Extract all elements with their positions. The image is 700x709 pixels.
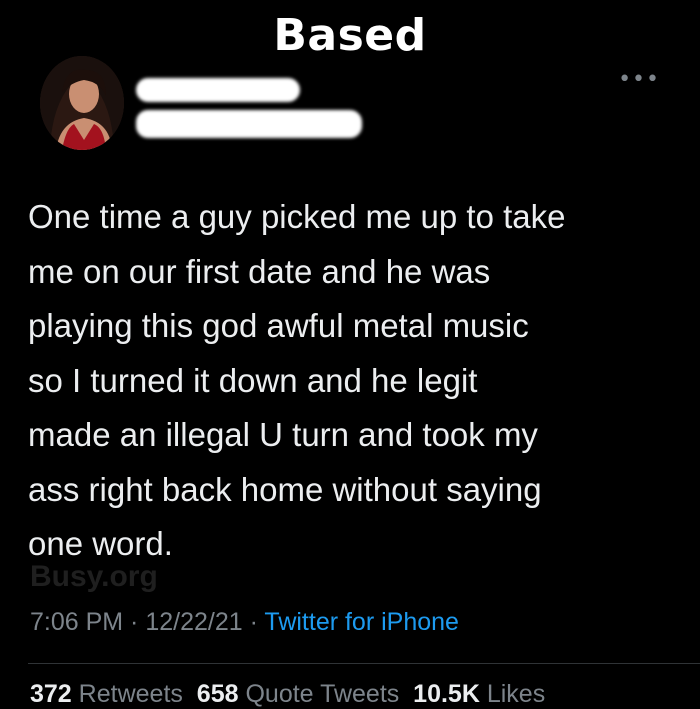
tweet-metadata: 7:06 PM · 12/22/21 · Twitter for iPhone [30, 608, 459, 637]
meme-caption-title: Based [273, 10, 427, 61]
avatar-photo [40, 56, 124, 150]
quote-tweets-count: 658 [196, 680, 239, 708]
tweet-source-link[interactable]: Twitter for iPhone [264, 608, 459, 636]
tweet-text-line: playing this god awful metal music [28, 307, 529, 344]
likes-count: 10.5K [413, 680, 480, 708]
tweet-text-line: me on our first date and he was [28, 252, 491, 290]
tweet-time[interactable]: 7:06 PM [30, 608, 123, 636]
watermark: Busy.org [30, 560, 158, 593]
tweet-text-line: made an illegal U turn and took my [28, 416, 538, 453]
avatar[interactable] [40, 56, 124, 150]
tweet-text-line: One time a guy picked me up to take [28, 198, 566, 235]
divider [28, 663, 700, 664]
retweets-stat[interactable]: 372 Retweets [30, 680, 183, 708]
tweet-text-line: ass right back home without saying [28, 470, 542, 508]
tweet-text-line: so I turned it down and he legit [28, 361, 478, 399]
tweet-date[interactable]: 12/22/21 [145, 608, 242, 636]
likes-stat[interactable]: 10.5K Likes [413, 680, 545, 708]
redacted-username [136, 110, 362, 138]
tweet-stats: 372 Retweets 658 Quote Tweets 10.5K Like… [30, 680, 545, 709]
separator-dot: · [242, 608, 265, 636]
retweets-count: 372 [30, 680, 72, 708]
quote-tweets-stat[interactable]: 658 Quote Tweets [197, 680, 399, 708]
separator-dot: · [123, 608, 146, 636]
redacted-display-name [136, 78, 300, 102]
likes-label: Likes [486, 680, 546, 708]
retweets-label: Retweets [78, 680, 183, 708]
quote-tweets-label: Quote Tweets [245, 680, 400, 708]
tweet-text: One time a guy picked me up to take me o… [28, 190, 688, 572]
more-horizontal-icon[interactable]: ••• [618, 69, 660, 91]
